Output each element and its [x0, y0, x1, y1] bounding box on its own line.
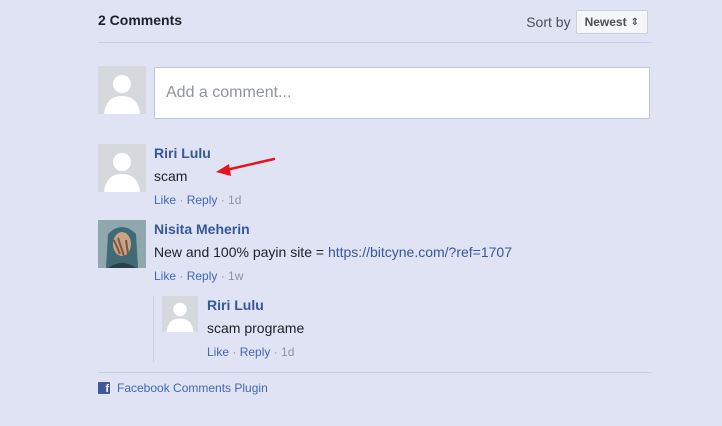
comment-item: Nisita Meherin New and 100% payin site =… [98, 220, 652, 283]
avatar[interactable] [162, 296, 198, 332]
current-user-avatar [98, 66, 146, 114]
comment-actions: Like · Reply · 1w [154, 269, 244, 283]
avatar-silhouette-icon [104, 75, 140, 114]
sort-dropdown[interactable]: Newest ⇕ [575, 10, 648, 34]
comment-link[interactable]: https://bitcyne.com/?ref=1707 [328, 244, 512, 260]
comment-text: scam [154, 168, 188, 184]
like-link[interactable]: Like [154, 193, 176, 207]
sort-caret-icon: ⇕ [630, 16, 639, 28]
comment-input-box[interactable] [154, 67, 650, 119]
reply-actions: Like · Reply · 1d [207, 345, 295, 359]
plugin-label[interactable]: Facebook Comments Plugin [117, 381, 268, 395]
comment-text-prefix: New and 100% payin site = [154, 244, 328, 260]
profile-photo-icon [98, 220, 146, 268]
plugin-footer[interactable]: f Facebook Comments Plugin [98, 381, 268, 395]
avatar-silhouette-icon [166, 302, 194, 332]
comment-count: 2 Comments [98, 12, 183, 28]
reply-text: scam programe [207, 320, 305, 336]
comment-composer [98, 66, 652, 120]
comment-author[interactable]: Riri Lulu [154, 145, 211, 161]
comment-actions: Like · Reply · 1d [154, 193, 242, 207]
comments-plugin: 2 Comments Sort by Newest ⇕ Riri [98, 0, 652, 395]
comment-input[interactable] [155, 68, 649, 118]
comment-text: New and 100% payin site = https://bitcyn… [154, 244, 512, 260]
avatar[interactable] [98, 144, 146, 192]
reply-link[interactable]: Reply [240, 345, 271, 359]
reply-link[interactable]: Reply [187, 269, 218, 283]
comment-time[interactable]: 1d [228, 193, 241, 207]
avatar-silhouette-icon [104, 153, 140, 192]
like-link[interactable]: Like [154, 269, 176, 283]
comment-author[interactable]: Nisita Meherin [154, 221, 250, 237]
avatar[interactable] [98, 220, 146, 268]
reply-link[interactable]: Reply [187, 193, 218, 207]
comments-header: 2 Comments Sort by Newest ⇕ [98, 0, 652, 43]
footer-divider [98, 372, 652, 373]
comment-time[interactable]: 1w [228, 269, 243, 283]
sort-label: Sort by [526, 14, 571, 30]
sort-control: Sort by Newest ⇕ [526, 10, 648, 34]
reply-time[interactable]: 1d [281, 345, 294, 359]
sort-value: Newest [584, 15, 627, 29]
like-link[interactable]: Like [207, 345, 229, 359]
reply-item: Riri Lulu scam programe Like · Reply · 1… [98, 296, 652, 359]
comment-item: Riri Lulu scam Like · Reply · 1d [98, 144, 652, 207]
facebook-icon: f [98, 382, 110, 395]
reply-author[interactable]: Riri Lulu [207, 297, 264, 313]
red-arrow-annotation [216, 157, 276, 176]
